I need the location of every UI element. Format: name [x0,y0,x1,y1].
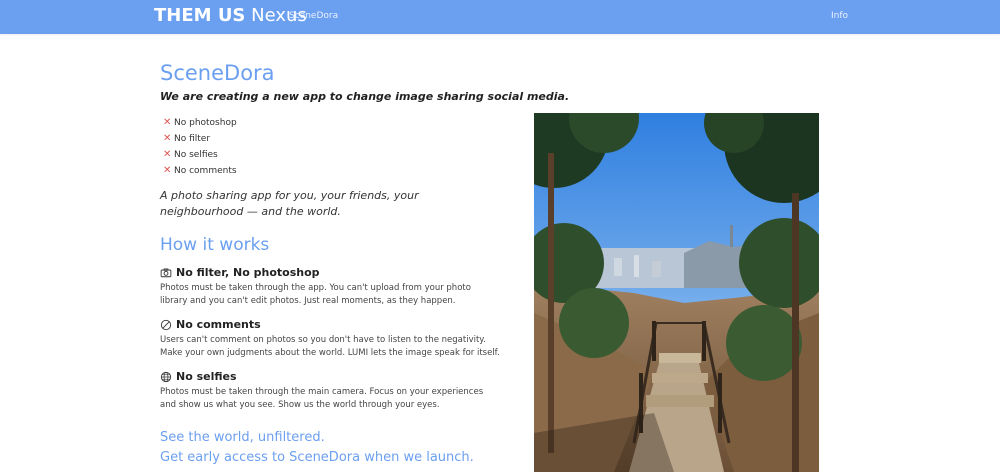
cta-line-2[interactable]: Get early access to SceneDora when we la… [160,448,505,468]
feature-no-comments: No comments Users can't comment on photo… [160,318,505,360]
no-symbol-icon [160,319,172,330]
list-item-label: No comments [174,166,237,176]
how-it-works-heading: How it works [160,235,270,255]
list-item: ✕ No selfies [160,147,505,163]
list-item: ✕ No photoshop [160,115,505,131]
feature-description: Users can't comment on photos so you don… [160,335,500,358]
list-item-label: No selfies [174,150,218,160]
brand-bold: THEM US [154,5,246,26]
brand-logo[interactable]: THEM US Nexus [154,5,307,27]
cta-line-1: See the world, unfiltered. [160,430,325,445]
feature-description: Photos must be taken through the main ca… [160,387,484,410]
nav-link-info[interactable]: Info [831,11,848,21]
feature-heading: No selfies [160,370,505,383]
feature-description: Photos must be taken through the app. Yo… [160,283,471,306]
list-item: ✕ No filter [160,131,505,147]
feature-no-selfies: No selfies Photos must be taken through … [160,370,505,412]
x-icon: ✕ [163,149,172,160]
x-icon: ✕ [163,133,172,144]
main-content: SceneDora We are creating a new app to c… [160,60,570,468]
page-title: SceneDora [160,61,275,85]
call-to-action: See the world, unfiltered. Get early acc… [160,428,505,468]
list-item-label: No filter [174,134,211,144]
camera-icon [160,268,172,277]
list-item-label: No photoshop [174,118,237,128]
feature-heading: No filter, No photoshop [160,266,505,279]
feature-no-filter: No filter, No photoshop Photos must be t… [160,266,505,308]
feature-heading: No comments [160,318,505,331]
tagline: We are creating a new app to change imag… [160,90,570,103]
x-icon: ✕ [163,165,172,176]
lead-paragraph: A photo sharing app for you, your friend… [160,189,419,218]
feature-title: No comments [176,318,261,331]
nav-link-scenedora[interactable]: SceneDora [289,11,338,21]
feature-title: No selfies [176,370,237,383]
hero-photo [534,113,819,472]
feature-title: No filter, No photoshop [176,266,320,279]
globe-icon [160,371,172,382]
list-item: ✕ No comments [160,163,505,179]
photo-illustration [534,113,819,472]
navbar: THEM US Nexus SceneDora Info [0,0,1000,34]
no-list: ✕ No photoshop ✕ No filter ✕ No selfies ✕ No… [160,115,505,179]
x-icon: ✕ [163,117,172,128]
